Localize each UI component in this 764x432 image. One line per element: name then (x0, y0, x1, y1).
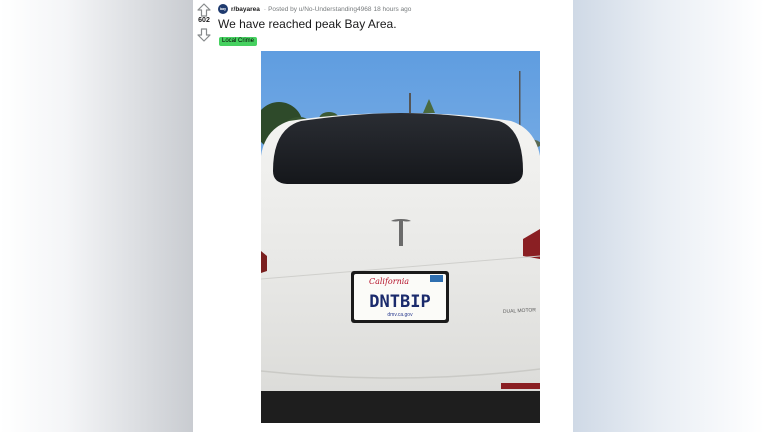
subreddit-avatar[interactable]: bay (218, 4, 228, 14)
post-time: 18 hours ago (373, 5, 412, 13)
meta-separator: · (263, 5, 267, 13)
subreddit-link[interactable]: r/bayarea (231, 6, 260, 13)
post-flair[interactable]: Local Crime (219, 37, 258, 46)
plate-state: California (369, 277, 409, 286)
vote-column: 602 (193, 0, 215, 50)
post-image[interactable]: California DNTBIP dmv.ca.gov DUAL MOTOR (261, 51, 540, 423)
plate-website: dmv.ca.gov (387, 312, 413, 318)
light-pole (409, 93, 411, 115)
post-card: 602 bay r/bayarea · Posted by u/No-Under… (193, 0, 573, 432)
plate-number: DNTBIP (369, 292, 430, 312)
upvote-arrow-icon[interactable] (197, 3, 211, 17)
background-left (0, 0, 193, 432)
post-meta: bay r/bayarea · Posted by u/No-Understan… (218, 4, 411, 14)
posted-by-link[interactable]: Posted by u/No-Understanding4968 (268, 6, 371, 13)
background-right (573, 0, 764, 432)
downvote-arrow-icon[interactable] (197, 28, 211, 42)
lower-bumper (261, 391, 540, 423)
rear-window (273, 113, 523, 184)
subreddit-avatar-text: bay (219, 7, 227, 11)
license-plate: California DNTBIP dmv.ca.gov (351, 271, 449, 323)
post-title[interactable]: We have reached peak Bay Area. (218, 17, 397, 31)
rear-reflector (501, 383, 540, 389)
vote-score: 602 (198, 17, 210, 24)
car-photo: California DNTBIP dmv.ca.gov DUAL MOTOR (261, 51, 540, 423)
